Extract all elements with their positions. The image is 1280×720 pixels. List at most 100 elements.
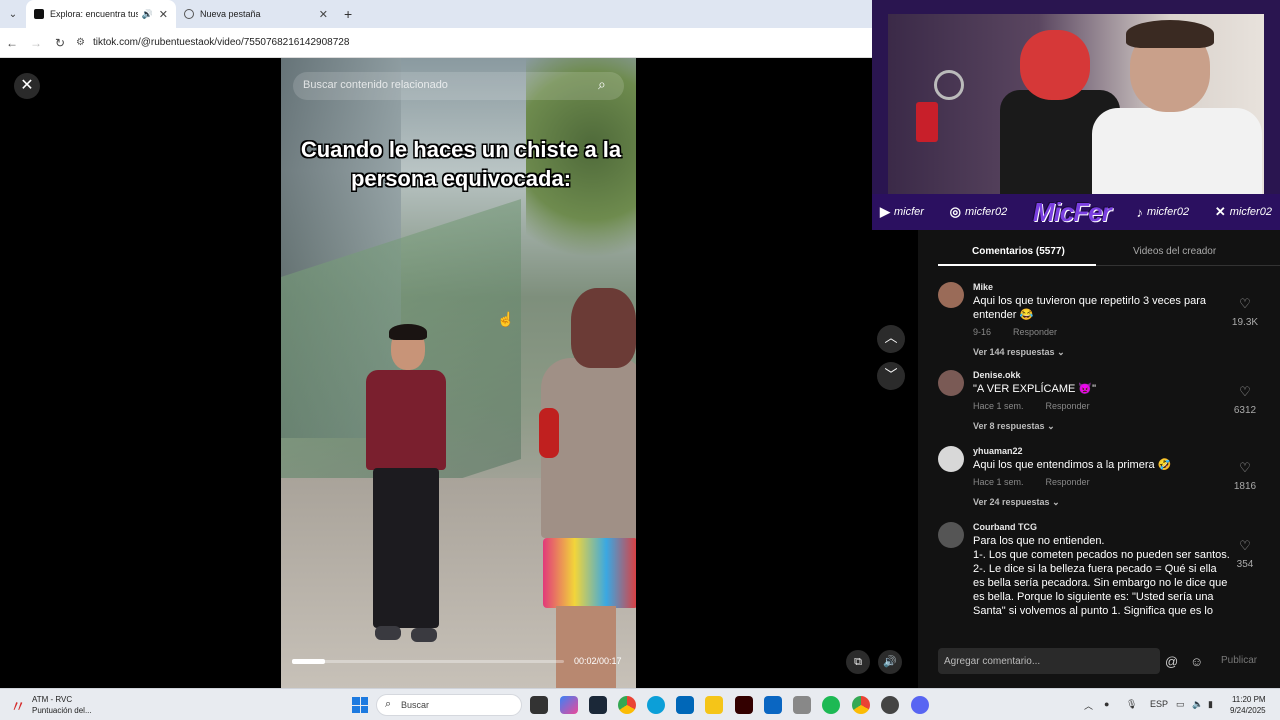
discord-icon[interactable] <box>911 696 929 714</box>
comment-text: "A VER EXPLÍCAME 👿" <box>973 383 1096 395</box>
publish-button[interactable]: Publicar <box>1221 655 1257 666</box>
comment-username[interactable]: Courband TCG <box>973 522 1231 532</box>
back-arrow-icon[interactable]: ← <box>0 36 24 50</box>
heart-icon: ♡ <box>1239 460 1251 475</box>
search-icon[interactable]: ⌕ <box>598 76 606 93</box>
language-indicator[interactable]: ESP <box>1150 699 1168 709</box>
comment-username[interactable]: Denise.okk <box>973 370 1231 380</box>
stream-social-bar: ▶ micfer ◎ micfer02 MicFer ♪ micfer02 ✕ micf… <box>872 194 1280 230</box>
tab-list-button[interactable]: ⌄ <box>0 9 26 20</box>
related-search-input[interactable]: Buscar contenido relacionado <box>303 79 448 91</box>
microphone-icon[interactable]: 🎙 <box>1126 699 1137 710</box>
comment-date: Hace 1 sem. <box>973 477 1024 487</box>
site-info-icon[interactable]: ⚙ <box>76 37 85 48</box>
calculator-icon[interactable] <box>793 696 811 714</box>
tab-creator-videos[interactable]: Videos del creador <box>1133 246 1216 257</box>
chevron-up-icon: ︿ <box>884 330 898 345</box>
heart-icon: ♡ <box>1239 296 1251 311</box>
steam-icon[interactable] <box>589 696 607 714</box>
taskbar-search[interactable]: ⌕ Buscar <box>376 694 522 716</box>
reply-button[interactable]: Responder <box>1046 401 1090 411</box>
reply-button[interactable]: Responder <box>1013 327 1057 337</box>
browser-tab-bar: ⌄ Explora: encuentra tus vide 🔊 ✕ Nueva … <box>0 0 872 28</box>
like-count: 19.3K <box>1231 317 1259 328</box>
emoji-icon[interactable]: ☺ <box>1190 654 1203 669</box>
url-field[interactable]: tiktok.com/@rubentuestaok/video/75507682… <box>93 37 349 48</box>
view-replies-button[interactable]: Ver 8 respuestas ⌄ <box>973 421 1231 432</box>
close-tab-icon[interactable]: ✕ <box>319 8 328 21</box>
next-video-button[interactable]: ﹀ <box>877 362 905 390</box>
heart-icon: ♡ <box>1239 538 1251 553</box>
mention-icon[interactable]: @ <box>1165 654 1178 669</box>
like-button[interactable]: ♡ 19.3K <box>1230 296 1260 330</box>
video-progress-fill[interactable] <box>292 659 325 664</box>
video-progress-track[interactable] <box>292 660 564 663</box>
widget-subtitle: Puntuación del... <box>32 706 92 715</box>
stream-logo: MicFer <box>1032 196 1112 227</box>
view-replies-button[interactable]: Ver 24 respuestas ⌄ <box>973 497 1231 508</box>
app-icon[interactable] <box>881 696 899 714</box>
avatar[interactable] <box>938 522 964 548</box>
youtube-handle: micfer <box>894 206 924 218</box>
illustrator-icon[interactable] <box>735 696 753 714</box>
previous-video-button[interactable]: ︿ <box>877 325 905 353</box>
comment-item: Courband TCG Para los que no entienden. … <box>938 522 1268 632</box>
search-icon: ⌕ <box>385 698 392 710</box>
can-shape <box>916 102 938 142</box>
chrome-icon[interactable] <box>618 696 636 714</box>
taskbar: 〃 ATM - RVC Puntuación del... ⌕ Buscar ︿ … <box>0 688 1280 720</box>
comment-text: Aqui los que entendimos a la primera 🤣 <box>973 459 1172 471</box>
like-count: 354 <box>1236 559 1254 570</box>
network-icon[interactable]: ▭ <box>1176 699 1185 710</box>
video-caption: Cuando le haces un chiste a la persona e… <box>300 137 622 191</box>
reload-icon[interactable]: ↻ <box>48 36 72 50</box>
chevron-up-icon[interactable]: ︿ <box>1084 699 1093 712</box>
store-icon[interactable] <box>676 696 694 714</box>
clock-time: 11:20 PM <box>1231 695 1266 704</box>
like-button[interactable]: ♡ 1816 <box>1230 460 1260 494</box>
close-tab-icon[interactable]: ✕ <box>159 8 168 21</box>
tab-comments[interactable]: Comentarios (5577) <box>972 246 1065 257</box>
close-icon[interactable]: ✕ <box>14 73 40 99</box>
like-button[interactable]: ♡ 6312 <box>1230 384 1260 418</box>
tab-tiktok[interactable]: Explora: encuentra tus vide 🔊 ✕ <box>26 0 176 28</box>
taskbar-search-label: Buscar <box>401 700 430 710</box>
widgets-button[interactable]: 〃 ATM - RVC Puntuación del... <box>10 693 92 717</box>
heart-icon: ♡ <box>1239 384 1251 399</box>
tiktok-handle: micfer02 <box>1146 206 1190 218</box>
volume-button[interactable]: 🔊 <box>878 650 902 674</box>
reply-button[interactable]: Responder <box>1046 477 1090 487</box>
view-replies-button[interactable]: Ver 144 respuestas ⌄ <box>973 347 1231 358</box>
woman-figure <box>531 288 636 688</box>
forward-arrow-icon[interactable]: → <box>24 36 48 50</box>
new-tab-button[interactable]: + <box>344 6 352 22</box>
avatar[interactable] <box>938 282 964 308</box>
comment-username[interactable]: yhuaman22 <box>973 446 1231 456</box>
tiktok-favicon-icon <box>34 9 44 19</box>
like-button[interactable]: ♡ 354 <box>1230 538 1260 572</box>
chrome-active-icon[interactable] <box>852 696 870 714</box>
like-count: 6312 <box>1233 405 1257 416</box>
streamer-red-hair <box>1020 30 1090 100</box>
start-button[interactable] <box>352 697 368 713</box>
clock[interactable]: 11:20 PM 9/24/2025 <box>1230 694 1266 716</box>
comment-input[interactable]: Agregar comentario... <box>944 656 1040 667</box>
copilot-icon[interactable] <box>560 696 578 714</box>
avatar[interactable] <box>938 446 964 472</box>
tray-app-icon[interactable]: ● <box>1104 699 1109 709</box>
microphone-shape <box>934 70 964 100</box>
spotify-icon[interactable] <box>822 696 840 714</box>
instagram-icon: ◎ <box>949 204 962 219</box>
battery-icon[interactable]: ▮ <box>1208 699 1213 710</box>
volume-icon[interactable]: 🔈 <box>1192 699 1203 710</box>
speaker-icon[interactable]: 🔊 <box>142 9 153 20</box>
file-explorer-icon[interactable] <box>705 696 723 714</box>
task-view-icon[interactable] <box>530 696 548 714</box>
app-icon[interactable] <box>764 696 782 714</box>
picture-in-picture-button[interactable]: ⧉ <box>846 650 870 674</box>
comment-username[interactable]: Mike <box>973 282 1231 292</box>
edge-icon[interactable] <box>647 696 665 714</box>
tab-new-tab[interactable]: Nueva pestaña ✕ <box>176 0 336 28</box>
avatar[interactable] <box>938 370 964 396</box>
like-count: 1816 <box>1233 481 1257 492</box>
